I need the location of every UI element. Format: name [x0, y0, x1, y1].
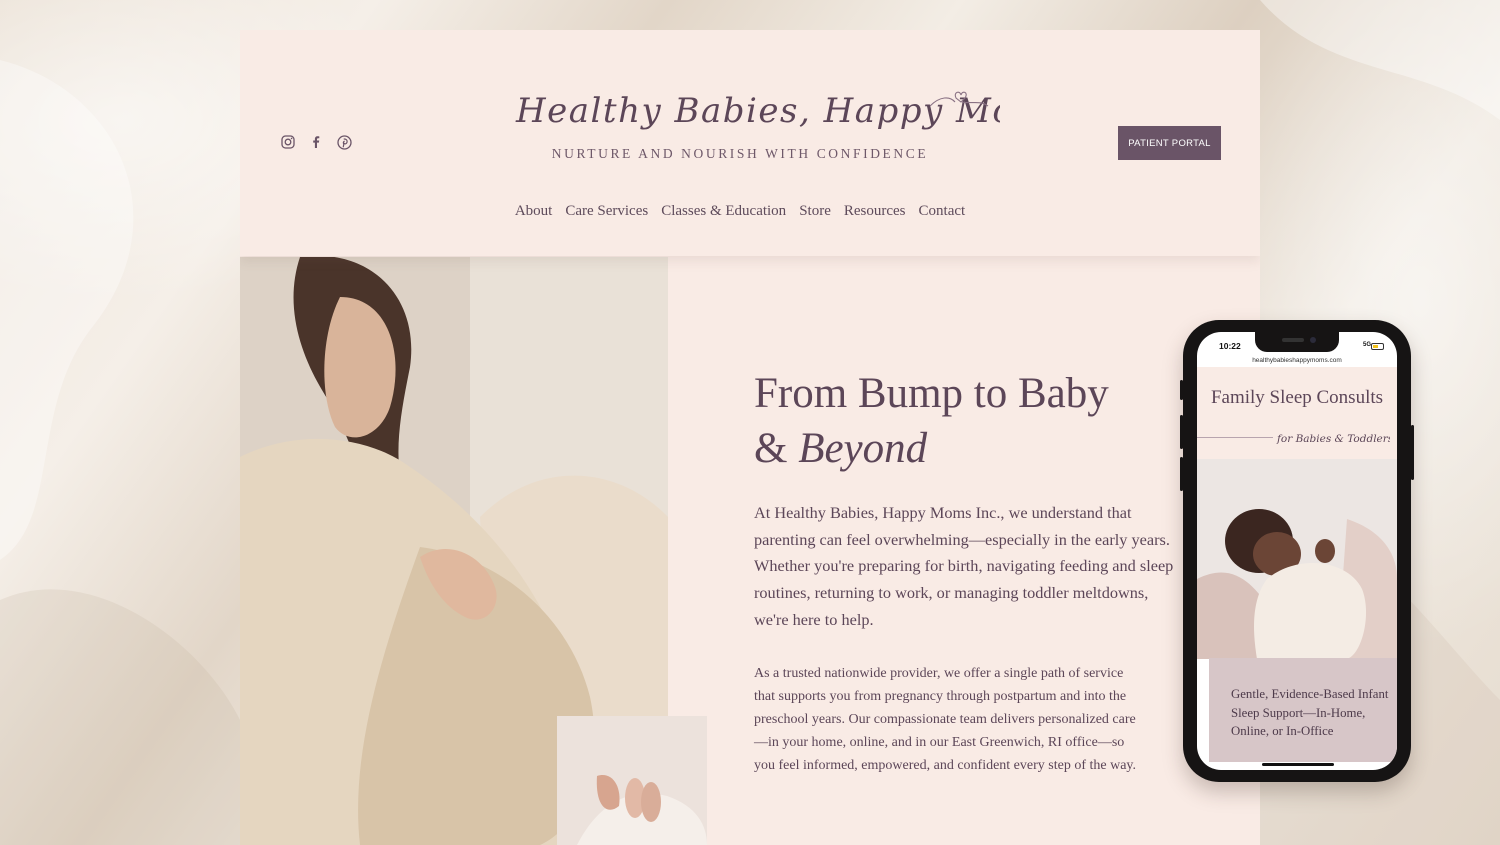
sleeping-baby-photo [1197, 459, 1397, 659]
nav-item-resources[interactable]: Resources [844, 203, 906, 220]
divider-line [1197, 437, 1273, 438]
mobile-header: Family Sleep Consults for Babies & Toddl… [1197, 367, 1397, 459]
nav-item-store[interactable]: Store [799, 203, 831, 220]
battery-icon [1371, 343, 1384, 350]
status-time: 10:22 [1219, 341, 1241, 351]
hero-title-amp: & [754, 425, 788, 472]
tagline: NURTURE AND NOURISH WITH CONFIDENCE [551, 146, 929, 161]
baby-feet-photo [557, 716, 707, 845]
phone-mockup: 10:22 5G healthybabieshappymoms.com Fami… [1180, 320, 1414, 782]
nav-item-care-services[interactable]: Care Services [565, 203, 648, 220]
logo-script[interactable]: Healthy Babies, Happy Moms [510, 66, 1000, 136]
patient-portal-button[interactable]: PATIENT PORTAL [1118, 126, 1221, 160]
mobile-script-subtitle: for Babies & Toddlers [1276, 433, 1390, 445]
site-header: Healthy Babies, Happy Moms NURTURE AND N… [240, 30, 1260, 256]
home-indicator [1262, 763, 1334, 766]
nav-item-about[interactable]: About [515, 203, 553, 220]
hero-title: From Bump to Baby & Beyond [754, 366, 1109, 476]
hero-body-paragraph: As a trusted nationwide provider, we off… [754, 666, 1137, 773]
svg-text:Healthy Babies, Happy Moms: Healthy Babies, Happy Moms [515, 91, 1000, 131]
website-frame: Healthy Babies, Happy Moms NURTURE AND N… [240, 30, 1260, 845]
main-nav: About Care Services Classes & Education … [240, 203, 1240, 220]
hero-title-line1: From Bump to Baby [754, 370, 1109, 417]
hero-intro-paragraph: At Healthy Babies, Happy Moms Inc., we u… [754, 503, 1174, 629]
nav-item-contact[interactable]: Contact [919, 203, 966, 220]
hero-title-italic: Beyond [798, 425, 928, 472]
phone-screen: 10:22 5G healthybabieshappymoms.com Fami… [1197, 332, 1397, 770]
phone-notch [1255, 332, 1339, 352]
mobile-feature-card: Gentle, Evidence-Based Infant Sleep Supp… [1209, 658, 1397, 762]
mobile-page-title: Family Sleep Consults [1210, 387, 1384, 408]
mobile-card-text: Gentle, Evidence-Based Infant Sleep Supp… [1231, 687, 1389, 738]
nav-item-classes-education[interactable]: Classes & Education [661, 203, 786, 220]
svg-text:for Babies & Toddlers: for Babies & Toddlers [1276, 433, 1390, 445]
signal-indicator: 5G [1362, 342, 1371, 348]
url-bar[interactable]: healthybabieshappymoms.com [1197, 357, 1397, 364]
